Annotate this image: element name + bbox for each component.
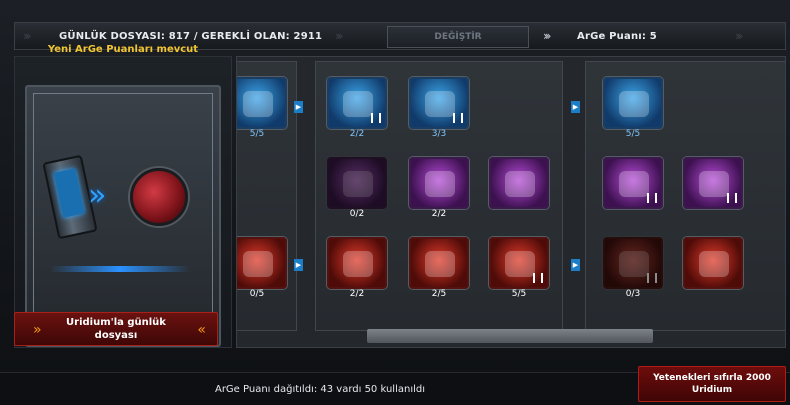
skill-tile: fighter-icon <box>683 237 743 289</box>
head-icon: head-icon <box>343 251 373 277</box>
arrow-right-icon: » <box>88 178 107 213</box>
skill-tile: head-icon <box>327 237 387 289</box>
skill-level-count: 0/2 <box>349 209 365 219</box>
skill-slot[interactable]: drone-icon 5/5 <box>603 77 663 139</box>
research-points-counter: ArGe Puanı: 5 <box>577 31 657 42</box>
skill-tile: pepper-icon <box>237 237 287 289</box>
next-arrow-button[interactable]: ▶ <box>294 259 303 271</box>
skill-level-count: 0/3 <box>625 289 641 299</box>
skill-level-count: 0/5 <box>249 289 265 299</box>
module-icon: module-icon <box>343 171 373 197</box>
laser-icon: laser-icon <box>505 171 535 197</box>
next-arrow-button[interactable]: ▶ <box>571 259 580 271</box>
skill-slot[interactable]: hand-icon <box>603 157 663 219</box>
sword-icon: sword-icon <box>505 251 535 277</box>
chevron-icon: ››› <box>335 29 344 43</box>
skill-tile: cube-icon <box>683 157 743 209</box>
skill-level-count: 5/5 <box>625 129 641 139</box>
chevron-icon: ››› <box>23 29 32 43</box>
skill-level-count: 5/5 <box>249 129 265 139</box>
level-pips <box>533 273 543 283</box>
skill-slot[interactable]: laser-icon <box>489 157 549 219</box>
reset-skills-button[interactable]: Yetenekleri sıfırla 2000 Uridium <box>638 366 786 402</box>
cube-icon: cube-icon <box>699 171 729 197</box>
change-button[interactable]: DEĞİŞTİR <box>387 26 529 48</box>
reset-button-label: Yetenekleri sıfırla 2000 Uridium <box>653 373 771 395</box>
points-distribution-text: ArGe Puanı dağıtıldı: 43 vardı 50 kullan… <box>214 384 426 395</box>
skill-slot[interactable]: fist-icon 2/2 <box>409 157 469 219</box>
skill-slot[interactable]: fighter-icon <box>683 237 743 299</box>
skill-slot[interactable]: sword-icon 5/5 <box>489 237 549 299</box>
daily-log-progress: GÜNLÜK DOSYASI: 817 / GEREKLİ OLAN: 2911 <box>59 31 323 42</box>
ship-icon: ship-icon <box>343 91 373 117</box>
skill-tile: hand-icon <box>603 157 663 209</box>
skill-slot[interactable]: head-icon 2/2 <box>327 237 387 299</box>
fighter-icon: fighter-icon <box>699 251 729 277</box>
skill-tile: sword-icon <box>489 237 549 289</box>
daily-log-panel <box>14 56 232 348</box>
chevron-icon: ››› <box>735 29 744 43</box>
level-pips <box>371 113 381 123</box>
skill-level-count: 2/2 <box>349 289 365 299</box>
skill-tile: skull-icon <box>603 237 663 289</box>
skill-tile: module-icon <box>327 157 387 209</box>
skill-level-count: 2/5 <box>431 289 447 299</box>
uridium-daily-log-button[interactable]: » Uridium'la günlük dosyası « <box>14 312 218 346</box>
skill-tile: fist-icon <box>409 157 469 209</box>
next-arrow-button[interactable]: ▶ <box>294 101 303 113</box>
skill-slot[interactable]: pepper-icon 0/5 <box>237 237 287 299</box>
uridium-button-label: Uridium'la günlük dosyası <box>66 317 166 341</box>
radar-icon: radar-icon <box>243 91 273 117</box>
fist-icon: fist-icon <box>425 171 455 197</box>
skill-tile: drone-icon <box>603 77 663 129</box>
skill-slot[interactable]: cube-icon <box>683 157 743 219</box>
level-pips <box>647 273 657 283</box>
skill-level-count: 3/3 <box>431 129 447 139</box>
chevron-left-icon: « <box>197 322 205 338</box>
chevron-right-icon: » <box>33 322 41 338</box>
skill-tile: ship-icon <box>327 77 387 129</box>
cargo-icon: cargo-icon <box>425 91 455 117</box>
hand-icon: hand-icon <box>619 171 649 197</box>
skill-tree: ▶ ▶ ▶ ▶ radar-icon 5/5 ship-icon 2/2 cargo-i… <box>236 56 786 348</box>
skill-slot[interactable]: ship-icon 2/2 <box>327 77 387 139</box>
chevron-icon: ››› <box>543 29 552 43</box>
brain-icon <box>130 168 188 226</box>
skill-slot[interactable]: radar-icon 5/5 <box>237 77 287 139</box>
glow-divider <box>50 266 190 272</box>
pepper-icon: pepper-icon <box>243 251 273 277</box>
level-pips <box>727 193 737 203</box>
skill-tile: laser-icon <box>489 157 549 209</box>
next-arrow-button[interactable]: ▶ <box>571 101 580 113</box>
skill-slot[interactable]: module-icon 0/2 <box>327 157 387 219</box>
skill-tile: rocket-launcher-icon <box>409 237 469 289</box>
horizontal-scrollbar[interactable] <box>367 329 653 343</box>
skill-level-count: 2/2 <box>349 129 365 139</box>
new-points-notice: Yeni ArGe Puanları mevcut <box>47 44 199 55</box>
skill-slot[interactable]: skull-icon 0/3 <box>603 237 663 299</box>
skill-level-count: 5/5 <box>511 289 527 299</box>
skull-icon: skull-icon <box>619 251 649 277</box>
level-pips <box>453 113 463 123</box>
level-pips <box>647 193 657 203</box>
skill-level-count: 2/2 <box>431 209 447 219</box>
rocket-launcher-icon: rocket-launcher-icon <box>425 251 455 277</box>
skill-slot[interactable]: cargo-icon 3/3 <box>409 77 469 139</box>
skill-tile: cargo-icon <box>409 77 469 129</box>
skill-tile: radar-icon <box>237 77 287 129</box>
drone-icon: drone-icon <box>619 91 649 117</box>
game-window: ››› GÜNLÜK DOSYASI: 817 / GEREKLİ OLAN: … <box>0 0 790 405</box>
skill-slot[interactable]: rocket-launcher-icon 2/5 <box>409 237 469 299</box>
